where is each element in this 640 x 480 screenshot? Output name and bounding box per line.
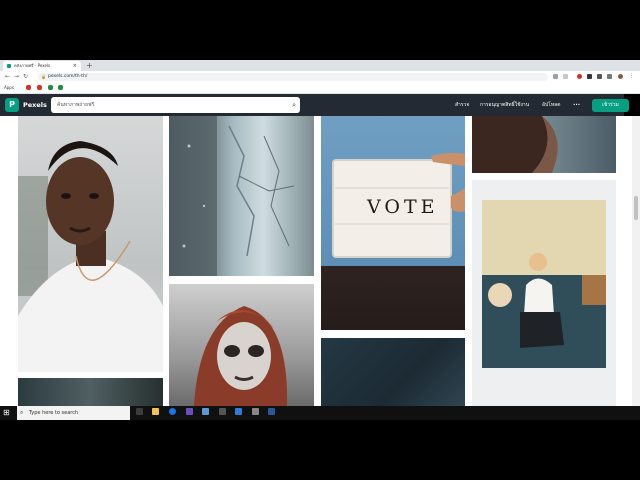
avatar[interactable] [618,74,623,79]
photo-dark-bottom[interactable] [18,378,163,406]
photo-dark-teal[interactable] [321,338,465,406]
extension-icon[interactable] [553,74,558,79]
bookmark-green-icon[interactable] [48,85,53,90]
bookmarks-bar [0,83,640,94]
photo-grid: VOTE [0,116,632,406]
url-text: pexels.com/th-th/ [48,74,88,79]
star-bookmark-icon[interactable] [563,74,568,79]
polaroid-illustration [482,200,606,368]
bookmark-green2-icon[interactable] [58,85,63,90]
vote-lightbox-illustration [332,152,465,258]
photo-vote-sign[interactable]: VOTE [321,116,465,330]
vote-sign-text: VOTE [367,196,439,218]
address-bar[interactable]: 🔒 pexels.com/th-th/ [38,73,548,81]
app-gray-icon[interactable] [252,408,259,415]
taskbar-search-icon: ⌕ [20,409,24,416]
app-blue-icon[interactable] [202,408,209,415]
file-explorer-icon[interactable] [152,408,159,415]
bookmarks-apps[interactable]: Apps [4,83,14,93]
lock-icon: 🔒 [41,74,46,79]
page-scrollbar[interactable] [632,116,640,406]
zombie-woman-illustration [194,306,288,406]
nav-upload[interactable]: อัปโหลด [542,98,560,112]
join-button[interactable]: เข้าร่วม [592,99,629,112]
nav-license[interactable]: การอนุญาตสิทธิ์ใช้งาน [480,98,529,112]
portrait-man-illustration [18,141,163,372]
extension-dark-icon[interactable] [587,74,592,79]
back-icon[interactable]: ← [5,71,10,83]
chrome-icon[interactable] [169,408,176,415]
app-purple-icon[interactable] [186,408,193,415]
bookmark-youtube-icon[interactable] [26,85,31,90]
taskbar-search-placeholder: Type here to search [29,410,79,416]
menu-kebab-icon[interactable]: ⋮ [629,74,634,79]
bookmark-red2-icon[interactable] [37,85,42,90]
browser-tab[interactable]: คลังภาพฟรี - Pexels × [3,61,81,71]
extension-dark2-icon[interactable] [597,74,602,79]
photo-polaroid-woman[interactable] [472,180,616,406]
photo-ice-texture[interactable] [169,116,314,276]
search-input[interactable]: ค้นหาภาพถ่ายฟรี ⌕ [51,97,300,113]
tab-title: คลังภาพฟรี - Pexels [14,63,51,68]
pexels-favicon-icon [7,64,11,68]
ice-cracks-illustration [169,116,295,276]
word-icon[interactable] [268,408,275,415]
task-view-icon[interactable] [136,408,143,415]
new-tab-button[interactable]: + [86,60,93,71]
pexels-logo-icon[interactable]: P [5,98,19,112]
search-icon[interactable]: ⌕ [292,97,296,113]
taskbar-search-input[interactable]: ⌕ Type here to search [17,406,130,420]
windows-start-icon[interactable]: ⊞ [3,408,10,418]
photo-portrait-man[interactable] [18,116,163,372]
reload-icon[interactable]: ↻ [23,71,28,83]
nav-explore[interactable]: สำรวจ [455,98,469,112]
edge-icon[interactable] [235,408,242,415]
extension-red-icon[interactable] [577,74,582,79]
scrollbar-thumb[interactable] [634,196,638,220]
photo-woman-dark[interactable] [472,116,616,173]
settings-icon[interactable] [219,408,226,415]
tab-close-icon[interactable]: × [73,61,77,71]
forward-icon[interactable]: → [14,71,19,83]
browser-tab-strip [0,60,640,71]
photo-zombie-woman[interactable] [169,284,314,406]
brand-name[interactable]: Pexels [23,98,47,112]
dark-hair-illustration [472,116,558,173]
more-menu-icon[interactable]: ••• [573,98,580,112]
extension-puzzle-icon[interactable] [607,74,612,79]
search-placeholder: ค้นหาภาพถ่ายฟรี [57,102,95,108]
